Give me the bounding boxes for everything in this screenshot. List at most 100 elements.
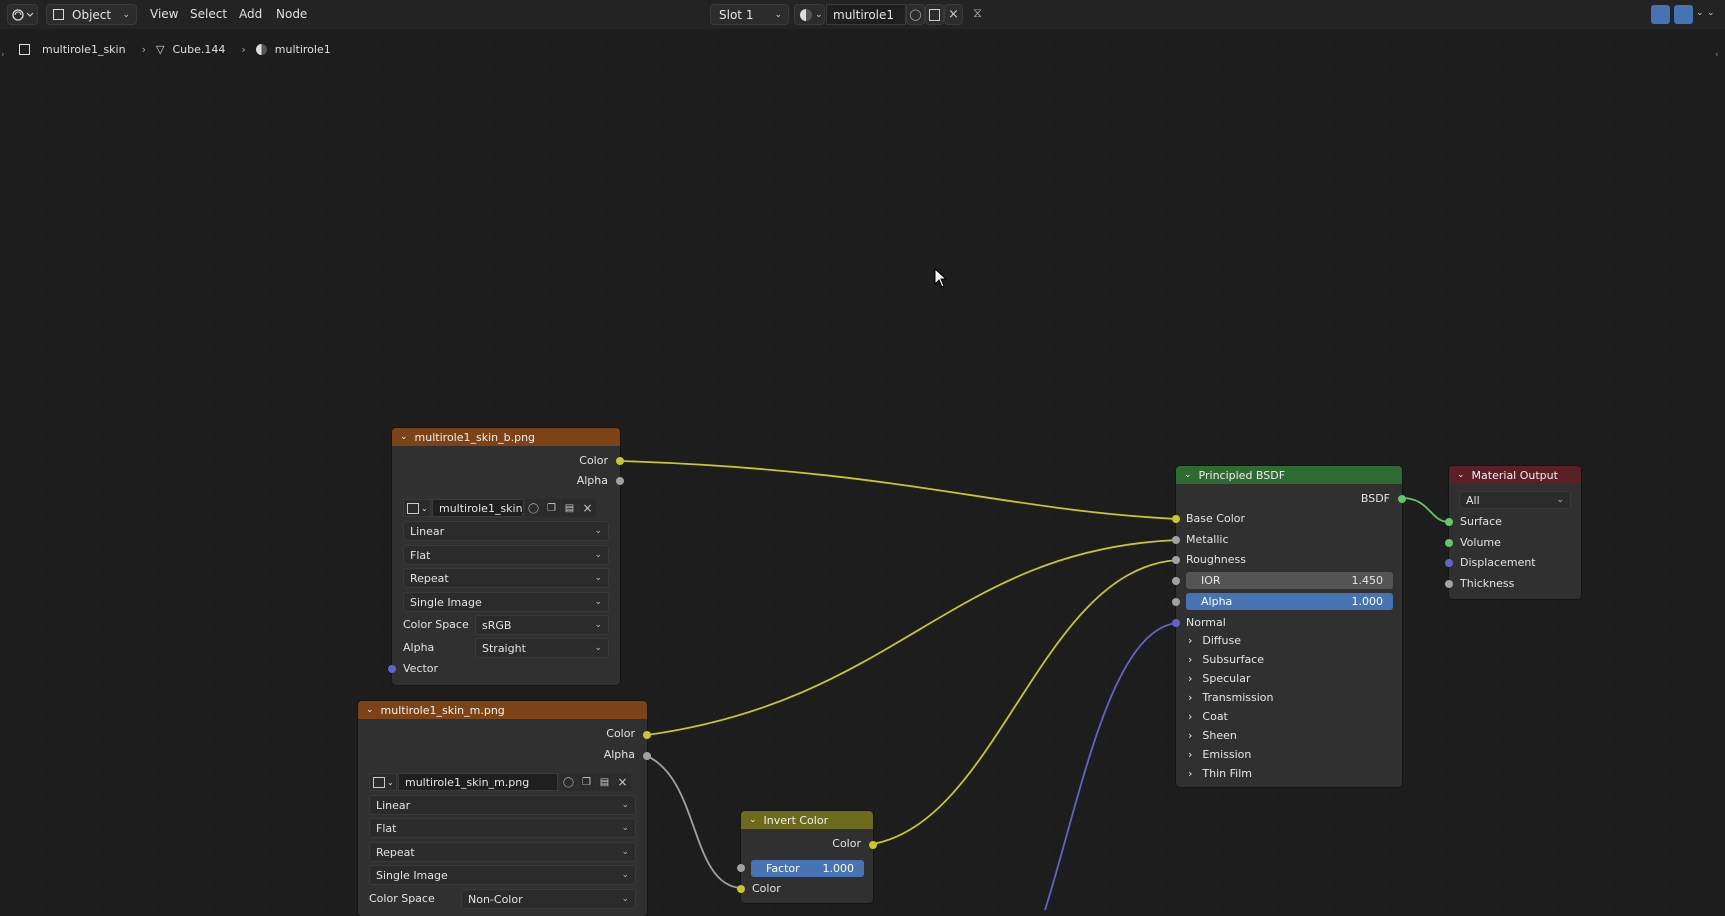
output-bsdf-socket[interactable] bbox=[1398, 495, 1406, 503]
input-base-color-socket[interactable] bbox=[1172, 515, 1180, 523]
principled-bsdf-node[interactable]: ⌄ Principled BSDF BSDF Base Color Metall… bbox=[1172, 466, 1406, 787]
material-output-node[interactable]: ⌄ Material Output All ⌄ Surface Volume Di… bbox=[1445, 466, 1581, 599]
panel-thin-film[interactable]: › Thin Film bbox=[1188, 767, 1252, 780]
image-browse-button[interactable]: ⌄ bbox=[369, 773, 397, 791]
input-volume-label: Volume bbox=[1460, 536, 1501, 549]
interpolation-dropdown[interactable]: Linear ⌄ bbox=[369, 795, 636, 815]
shield-icon[interactable]: ◯ bbox=[525, 499, 542, 517]
interpolation-dropdown[interactable]: Linear ⌄ bbox=[403, 521, 609, 541]
panel-label: Subsurface bbox=[1202, 653, 1264, 666]
interpolation-value: Linear bbox=[410, 524, 445, 538]
node-header[interactable]: ⌄ multirole1_skin_b.png bbox=[392, 428, 620, 446]
node-header[interactable]: ⌄ Invert Color bbox=[741, 811, 873, 829]
input-normal-label: Normal bbox=[1186, 616, 1226, 629]
alpha-mode-dropdown[interactable]: Straight ⌄ bbox=[475, 638, 609, 658]
target-dropdown[interactable]: All ⌄ bbox=[1459, 491, 1571, 509]
duplicate-icon[interactable]: ❐ bbox=[578, 773, 595, 791]
output-alpha-socket[interactable] bbox=[616, 477, 624, 485]
input-alpha-socket[interactable] bbox=[1172, 598, 1180, 606]
node-title: multirole1_skin_m.png bbox=[380, 703, 505, 717]
node-header[interactable]: ⌄ multirole1_skin_m.png bbox=[358, 701, 647, 719]
panel-diffuse[interactable]: › Diffuse bbox=[1188, 634, 1241, 647]
chevron-down-icon[interactable]: ⌄ bbox=[1457, 470, 1465, 480]
input-metallic-socket[interactable] bbox=[1172, 536, 1180, 544]
image-texture-node-b[interactable]: ⌄ multirole1_skin_b.png Color Alpha ⌄ mu… bbox=[388, 428, 624, 685]
panel-label: Specular bbox=[1202, 672, 1251, 685]
input-surface-socket[interactable] bbox=[1445, 518, 1453, 526]
projection-value: Flat bbox=[376, 821, 397, 835]
output-color-socket[interactable] bbox=[869, 841, 877, 849]
chevron-down-icon: ⌄ bbox=[594, 573, 602, 583]
link-m-color-to-metallic bbox=[646, 539, 1178, 736]
chevron-down-icon: ⌄ bbox=[621, 823, 629, 833]
input-vector-socket[interactable] bbox=[388, 665, 396, 673]
output-color-socket[interactable] bbox=[643, 731, 651, 739]
chevron-right-icon: › bbox=[1188, 691, 1193, 704]
projection-dropdown[interactable]: Flat ⌄ bbox=[403, 545, 609, 565]
input-displacement-socket[interactable] bbox=[1445, 559, 1453, 567]
chevron-down-icon[interactable]: ⌄ bbox=[366, 705, 374, 715]
output-bsdf-label: BSDF bbox=[1360, 492, 1390, 505]
panel-specular[interactable]: › Specular bbox=[1188, 672, 1250, 685]
close-icon[interactable]: × bbox=[579, 499, 596, 517]
extension-value: Repeat bbox=[376, 845, 415, 859]
colorspace-dropdown[interactable]: sRGB ⌄ bbox=[475, 615, 609, 635]
panel-subsurface[interactable]: › Subsurface bbox=[1188, 653, 1264, 666]
panel-emission[interactable]: › Emission bbox=[1188, 748, 1251, 761]
extension-dropdown[interactable]: Repeat ⌄ bbox=[403, 568, 609, 588]
panel-label: Transmission bbox=[1202, 691, 1274, 704]
extension-dropdown[interactable]: Repeat ⌄ bbox=[369, 842, 636, 862]
mouse-cursor-icon bbox=[934, 268, 948, 288]
invert-color-node[interactable]: ⌄ Invert Color Color Factor 1.000 Color bbox=[737, 811, 877, 903]
duplicate-icon[interactable]: ❐ bbox=[543, 499, 560, 517]
node-links bbox=[619, 460, 1450, 910]
image-actions: ◯ ❐ ▤ × bbox=[525, 499, 596, 517]
chevron-down-icon[interactable]: ⌄ bbox=[749, 815, 757, 825]
factor-slider[interactable]: Factor 1.000 bbox=[751, 860, 864, 877]
chevron-down-icon: ⌄ bbox=[594, 526, 602, 536]
link-normal bbox=[1044, 622, 1178, 910]
output-alpha-socket[interactable] bbox=[643, 752, 651, 760]
ior-field[interactable]: IOR 1.450 bbox=[1186, 572, 1393, 589]
link-m-alpha-to-invert bbox=[646, 755, 742, 889]
input-color-socket[interactable] bbox=[737, 885, 745, 893]
output-alpha-label: Alpha bbox=[603, 748, 635, 761]
image-name-field[interactable]: multirole1_skin_m.png bbox=[398, 773, 558, 791]
projection-dropdown[interactable]: Flat ⌄ bbox=[369, 818, 636, 838]
image-icon bbox=[373, 776, 385, 788]
input-normal-socket[interactable] bbox=[1172, 619, 1180, 627]
chevron-right-icon: › bbox=[1188, 767, 1193, 780]
chevron-down-icon[interactable]: ⌄ bbox=[400, 432, 408, 442]
chevron-right-icon: › bbox=[1188, 634, 1193, 647]
chevron-down-icon: ⌄ bbox=[1556, 495, 1564, 505]
panel-coat[interactable]: › Coat bbox=[1188, 710, 1228, 723]
input-ior-socket[interactable] bbox=[1172, 577, 1180, 585]
node-header[interactable]: ⌄ Principled BSDF bbox=[1176, 466, 1402, 484]
input-volume-socket[interactable] bbox=[1445, 539, 1453, 547]
node-header[interactable]: ⌄ Material Output bbox=[1449, 466, 1581, 484]
image-name-field[interactable]: multirole1_skin_... bbox=[432, 499, 524, 517]
source-dropdown[interactable]: Single Image ⌄ bbox=[369, 865, 636, 885]
input-thickness-socket[interactable] bbox=[1445, 580, 1453, 588]
alpha-slider[interactable]: Alpha 1.000 bbox=[1186, 593, 1393, 610]
output-color-label: Color bbox=[832, 837, 861, 850]
colorspace-dropdown[interactable]: Non-Color ⌄ bbox=[461, 889, 636, 909]
shield-icon[interactable]: ◯ bbox=[560, 773, 577, 791]
output-color-socket[interactable] bbox=[616, 457, 624, 465]
colorspace-label: Color Space bbox=[403, 618, 469, 631]
panel-transmission[interactable]: › Transmission bbox=[1188, 691, 1273, 704]
chevron-down-icon[interactable]: ⌄ bbox=[1184, 470, 1192, 480]
panel-label: Diffuse bbox=[1202, 634, 1241, 647]
panel-sheen[interactable]: › Sheen bbox=[1188, 729, 1237, 742]
input-roughness-socket[interactable] bbox=[1172, 556, 1180, 564]
input-factor-socket[interactable] bbox=[737, 864, 745, 872]
chevron-down-icon: ⌄ bbox=[387, 777, 394, 787]
source-dropdown[interactable]: Single Image ⌄ bbox=[403, 592, 609, 612]
chevron-down-icon: ⌄ bbox=[594, 643, 602, 653]
folder-icon[interactable]: ▤ bbox=[561, 499, 578, 517]
image-texture-node-m[interactable]: ⌄ multirole1_skin_m.png Color Alpha ⌄ mu… bbox=[358, 701, 651, 916]
close-icon[interactable]: × bbox=[614, 773, 631, 791]
chevron-down-icon: ⌄ bbox=[594, 620, 602, 630]
image-browse-button[interactable]: ⌄ bbox=[403, 499, 431, 517]
folder-icon[interactable]: ▤ bbox=[596, 773, 613, 791]
